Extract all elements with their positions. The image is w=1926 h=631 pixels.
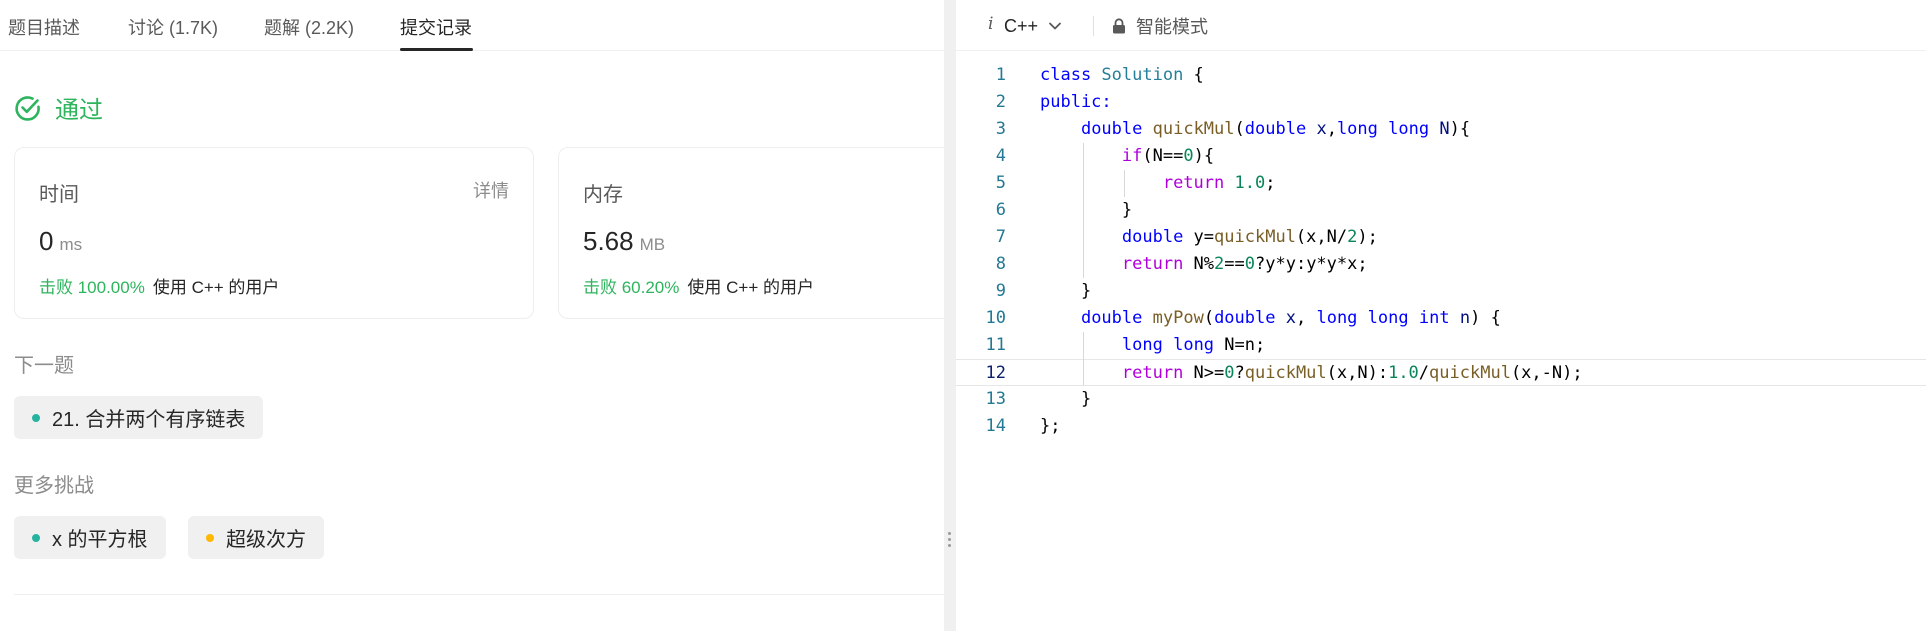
memory-beat-users: 使用 C++ 的用户 <box>687 278 814 297</box>
smart-mode-toggle[interactable]: 智能模式 <box>1112 13 1208 39</box>
next-question-label: 下一题 <box>14 355 74 377</box>
submission-panel: 题目描述 讨论 (1.7K) 题解 (2.2K) 提交记录 通过 时间 详情 0… <box>0 0 944 631</box>
chevron-down-icon <box>1049 22 1061 30</box>
line-number: 13 <box>985 389 1006 409</box>
memory-title: 内存 <box>583 184 623 206</box>
info-icon[interactable]: i <box>988 14 993 34</box>
code-line[interactable]: 2 public: <box>956 89 1926 116</box>
runtime-value: 0 ms <box>39 226 82 257</box>
check-circle-icon <box>15 95 40 121</box>
indent-guide <box>1083 332 1084 386</box>
line-number: 12 <box>985 363 1006 383</box>
drag-handle-icon <box>948 532 952 554</box>
code-text: } <box>1040 281 1092 301</box>
line-number: 2 <box>995 92 1006 112</box>
line-number: 14 <box>985 416 1006 436</box>
editor-toolbar: i C++ 智能模式 <box>956 0 1926 51</box>
code-text: double quickMul(double x,long long N){ <box>1080 119 1471 139</box>
memory-unit: MB <box>639 235 666 254</box>
code-text: long long N=n; <box>1121 335 1266 355</box>
smart-mode-label: 智能模式 <box>1136 17 1208 37</box>
result-status-text: 通过 <box>55 97 103 124</box>
runtime-title: 时间 <box>39 184 79 206</box>
memory-beat-percent: 击败 60.20% <box>583 278 680 297</box>
panel-resizer[interactable] <box>944 0 956 631</box>
tab-description[interactable]: 题目描述 <box>8 14 80 40</box>
memory-number: 5.68 <box>583 226 634 256</box>
indent-guide <box>1083 143 1084 278</box>
code-line[interactable]: 8 return N%2==0?y*y:y*y*x; <box>956 251 1926 278</box>
code-text: double y=quickMul(x,N/2); <box>1121 227 1378 247</box>
line-number: 1 <box>995 65 1006 85</box>
memory-value: 5.68 MB <box>583 226 665 257</box>
code-panel: i C++ 智能模式 1 class Solution { 2 public: 3 do… <box>956 0 1926 631</box>
runtime-number: 0 <box>39 226 54 256</box>
line-number: 5 <box>995 173 1006 193</box>
lock-icon <box>1113 18 1125 34</box>
runtime-beat: 击败 100.00% 使用 C++ 的用户 <box>39 273 279 298</box>
code-text: } <box>1040 389 1092 409</box>
code-text: class Solution { <box>1040 65 1204 85</box>
challenge-title: 超级次方 <box>226 529 306 551</box>
tab-solutions[interactable]: 题解 (2.2K) <box>264 14 354 40</box>
code-line[interactable]: 11 long long N=n; <box>956 332 1926 359</box>
line-number: 8 <box>995 254 1006 274</box>
code-text: double myPow(double x, long long int n) … <box>1080 308 1501 328</box>
language-label: C++ <box>1004 15 1039 36</box>
section-divider <box>14 594 944 595</box>
code-line[interactable]: 7 double y=quickMul(x,N/2); <box>956 224 1926 251</box>
code-text: } <box>1040 200 1133 220</box>
runtime-beat-users: 使用 C++ 的用户 <box>152 278 280 297</box>
difficulty-dot <box>32 413 40 422</box>
code-line[interactable]: 10 double myPow(double x, long long int … <box>956 305 1926 332</box>
language-selector[interactable]: C++ <box>1004 13 1062 39</box>
more-challenges-label: 更多挑战 <box>14 475 94 497</box>
code-line[interactable]: 3 double quickMul(double x,long long N){ <box>956 116 1926 143</box>
line-number: 4 <box>995 146 1006 166</box>
code-text: return N%2==0?y*y:y*y*x; <box>1121 254 1368 274</box>
code-text: public: <box>1040 92 1112 112</box>
next-question-title: 21. 合并两个有序链表 <box>52 409 246 431</box>
code-line[interactable]: 14}; <box>956 413 1926 440</box>
code-line[interactable]: 9 } <box>956 278 1926 305</box>
runtime-beat-percent: 击败 100.00% <box>39 278 145 297</box>
line-number: 9 <box>995 281 1006 301</box>
result-status: 通过 <box>14 90 103 125</box>
code-line[interactable]: 5 return 1.0; <box>956 170 1926 197</box>
runtime-detail-link[interactable]: 详情 <box>473 177 509 203</box>
difficulty-dot <box>206 533 214 542</box>
code-text: }; <box>1040 416 1061 436</box>
runtime-card: 时间 详情 0 ms 击败 100.00% 使用 C++ 的用户 <box>14 147 534 319</box>
tab-submissions[interactable]: 提交记录 <box>400 14 472 40</box>
runtime-unit: ms <box>59 235 83 254</box>
indent-guide <box>1124 170 1125 197</box>
code-line[interactable]: 13 } <box>956 386 1926 413</box>
code-text: if(N==0){ <box>1121 146 1215 166</box>
code-line[interactable]: 4 if(N==0){ <box>956 143 1926 170</box>
memory-card: 内存 5.68 MB 击败 60.20% 使用 C++ 的用户 <box>558 147 944 319</box>
memory-beat: 击败 60.20% 使用 C++ 的用户 <box>583 273 814 298</box>
challenge-title: x 的平方根 <box>52 529 148 551</box>
tab-discussion[interactable]: 讨论 (1.7K) <box>128 14 218 40</box>
code-line[interactable]: 1 class Solution { <box>956 62 1926 89</box>
line-number: 7 <box>995 227 1006 247</box>
code-text: return 1.0; <box>1162 173 1276 193</box>
line-number: 3 <box>995 119 1006 139</box>
line-number: 11 <box>985 335 1006 355</box>
tab-bar: 题目描述 讨论 (1.7K) 题解 (2.2K) 提交记录 <box>0 0 944 51</box>
challenge-chip[interactable]: x 的平方根 <box>14 516 166 559</box>
code-editor[interactable]: 1 class Solution { 2 public: 3 double quickM… <box>956 62 1926 622</box>
active-tab-indicator <box>400 48 473 51</box>
challenge-chip[interactable]: 超级次方 <box>188 516 324 559</box>
line-number: 6 <box>995 200 1006 220</box>
code-line[interactable]: 6 } <box>956 197 1926 224</box>
next-question-chip[interactable]: 21. 合并两个有序链表 <box>14 396 264 439</box>
line-number: 10 <box>985 308 1006 328</box>
toolbar-divider <box>1093 16 1094 36</box>
code-text: return N>=0?quickMul(x,N):1.0/quickMul(x… <box>1121 363 1583 383</box>
code-line[interactable]: 12 return N>=0?quickMul(x,N):1.0/quickMu… <box>956 359 1926 386</box>
difficulty-dot <box>32 533 40 542</box>
